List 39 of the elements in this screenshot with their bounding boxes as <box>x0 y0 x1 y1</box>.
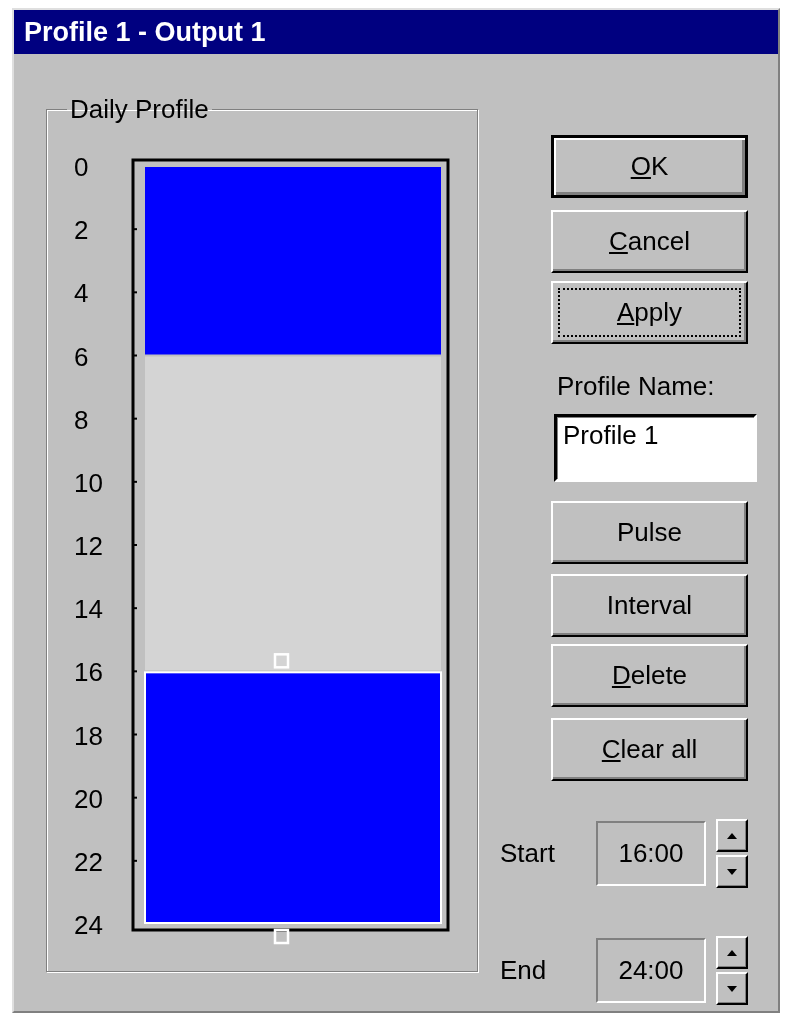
triangle-down-icon <box>727 985 737 992</box>
window-title: Profile 1 - Output 1 <box>14 10 778 54</box>
axis-label: 18 <box>74 720 103 751</box>
axis-label: 4 <box>74 278 89 309</box>
axis-label: 22 <box>74 846 103 877</box>
axis-label: 0 <box>74 152 89 182</box>
field-label: End <box>500 955 548 986</box>
time-field[interactable]: 24:00 <box>596 938 706 1003</box>
dialog-button[interactable]: Pulse <box>551 501 748 564</box>
triangle-up-icon <box>727 832 737 839</box>
axis-label: 20 <box>74 783 103 814</box>
spin-up-button[interactable] <box>716 819 748 852</box>
axis-label: 2 <box>74 215 89 246</box>
spin-up-button[interactable] <box>716 936 748 969</box>
field-label: Start <box>500 838 556 869</box>
axis-label: 24 <box>74 910 103 940</box>
time-field[interactable]: 16:00 <box>596 821 706 886</box>
axis-label: 8 <box>74 404 89 435</box>
axis-label: 10 <box>74 467 103 498</box>
triangle-down-icon <box>727 868 737 875</box>
name-field[interactable]: Profile 1 <box>554 414 757 482</box>
dialog-button[interactable]: Delete <box>551 644 748 707</box>
resize-handle[interactable] <box>273 653 290 669</box>
dialog-button[interactable]: OK <box>551 135 748 198</box>
spin-down-button[interactable] <box>716 972 748 1005</box>
dialog-button[interactable]: Interval <box>551 574 748 637</box>
axis-label: 12 <box>74 531 103 561</box>
dialog-button[interactable]: Cancel <box>551 210 748 273</box>
resize-handle[interactable] <box>273 928 290 945</box>
dialog-button[interactable]: Clear all <box>551 718 748 781</box>
field-label: Profile Name: <box>557 370 716 402</box>
group-title: Daily Profile <box>69 94 210 125</box>
spin-down-button[interactable] <box>716 855 748 888</box>
axis-label: 16 <box>74 657 103 688</box>
axis-label: 6 <box>74 341 89 372</box>
time-block[interactable] <box>144 671 442 924</box>
dialog-button[interactable]: Apply <box>551 281 748 344</box>
axis-label: 14 <box>74 594 103 625</box>
triangle-up-icon <box>727 949 737 956</box>
